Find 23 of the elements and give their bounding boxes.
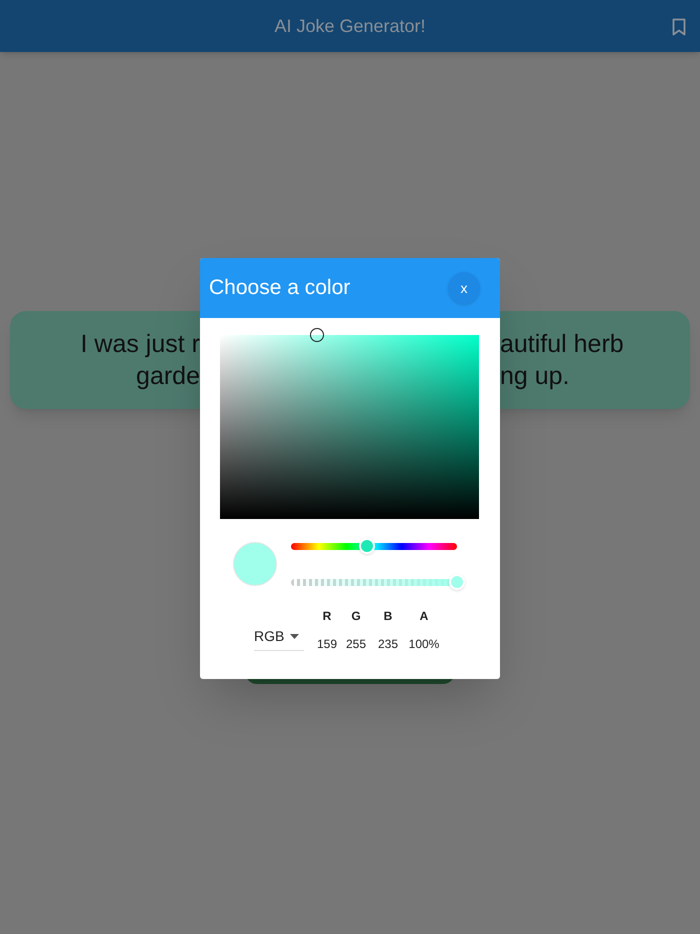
picker-handle[interactable] — [310, 328, 324, 342]
bookmark-icon[interactable] — [672, 18, 686, 36]
app-title: AI Joke Generator! — [274, 14, 426, 38]
color-area[interactable] — [220, 335, 479, 519]
channel-value: 255 — [346, 636, 366, 653]
joke-text: I was just r — [80, 329, 200, 360]
joke-text: ng up. — [500, 361, 570, 392]
close-button[interactable]: x — [448, 272, 480, 304]
caret-icon — [290, 634, 300, 639]
channel-label: B — [384, 608, 392, 625]
slider-thumb[interactable] — [359, 538, 376, 554]
channel-value: 235 — [378, 636, 398, 653]
channel-label: G — [351, 608, 361, 625]
joke-text: autiful herb — [500, 329, 624, 360]
dialog-title: Choose a color — [209, 275, 350, 302]
joke-text: garde — [136, 361, 200, 392]
channel-value: 159 — [316, 636, 338, 653]
color-preview — [233, 542, 277, 586]
channel-value: 100% — [408, 636, 440, 653]
slider-thumb[interactable] — [449, 574, 465, 590]
channel-label: R — [322, 608, 332, 625]
channel-label: A — [420, 608, 428, 625]
mode-dropdown[interactable]: RGB — [254, 623, 304, 651]
